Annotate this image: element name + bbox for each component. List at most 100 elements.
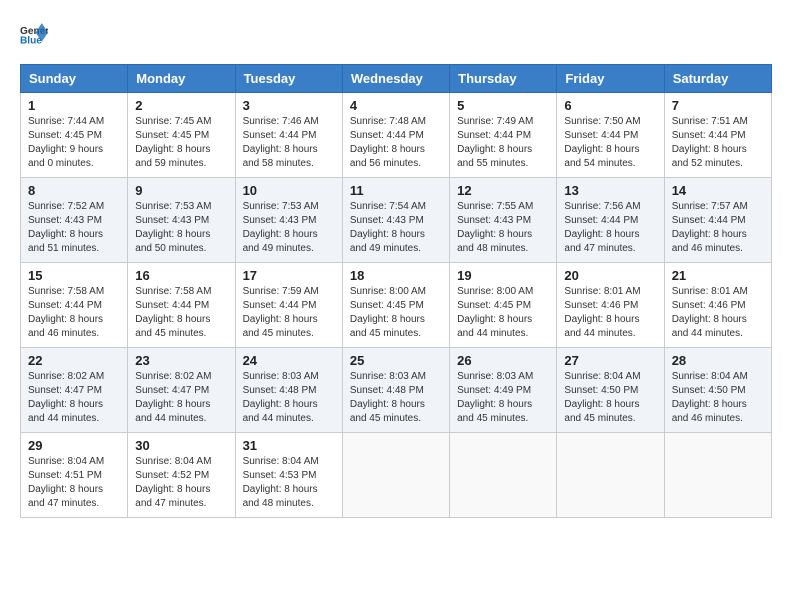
day-number: 18 [350, 268, 442, 283]
day-number: 25 [350, 353, 442, 368]
day-number: 9 [135, 183, 227, 198]
logo-icon: General Blue [20, 20, 48, 48]
day-number: 23 [135, 353, 227, 368]
day-cell: 13 Sunrise: 7:56 AMSunset: 4:44 PMDayligh… [557, 178, 664, 263]
empty-cell [342, 433, 449, 518]
calendar-week-row: 1 Sunrise: 7:44 AMSunset: 4:45 PMDaylight… [21, 93, 772, 178]
day-number: 12 [457, 183, 549, 198]
day-cell: 20 Sunrise: 8:01 AMSunset: 4:46 PMDayligh… [557, 263, 664, 348]
day-info: Sunrise: 7:58 AMSunset: 4:44 PMDaylight:… [135, 285, 227, 341]
header-saturday: Saturday [664, 65, 771, 93]
day-number: 8 [28, 183, 120, 198]
day-number: 15 [28, 268, 120, 283]
day-cell: 17 Sunrise: 7:59 AMSunset: 4:44 PMDayligh… [235, 263, 342, 348]
day-info: Sunrise: 7:55 AMSunset: 4:43 PMDaylight:… [457, 200, 549, 256]
day-number: 14 [672, 183, 764, 198]
day-cell: 14 Sunrise: 7:57 AMSunset: 4:44 PMDayligh… [664, 178, 771, 263]
day-number: 6 [564, 98, 656, 113]
day-cell: 18 Sunrise: 8:00 AMSunset: 4:45 PMDayligh… [342, 263, 449, 348]
calendar-table: Sunday Monday Tuesday Wednesday Thursday… [20, 64, 772, 518]
day-cell: 24 Sunrise: 8:03 AMSunset: 4:48 PMDayligh… [235, 348, 342, 433]
day-info: Sunrise: 7:48 AMSunset: 4:44 PMDaylight:… [350, 115, 442, 171]
day-info: Sunrise: 8:04 AMSunset: 4:52 PMDaylight:… [135, 455, 227, 511]
calendar-week-row: 8Sunrise: 7:52 AMSunset: 4:43 PMDaylight… [21, 178, 772, 263]
day-info: Sunrise: 7:49 AMSunset: 4:44 PMDaylight:… [457, 115, 549, 171]
calendar-week-row: 22 Sunrise: 8:02 AMSunset: 4:47 PMDayligh… [21, 348, 772, 433]
day-cell: 22 Sunrise: 8:02 AMSunset: 4:47 PMDayligh… [21, 348, 128, 433]
day-cell: 30 Sunrise: 8:04 AMSunset: 4:52 PMDayligh… [128, 433, 235, 518]
logo: General Blue [20, 20, 48, 48]
header-monday: Monday [128, 65, 235, 93]
day-cell: 6 Sunrise: 7:50 AMSunset: 4:44 PMDaylight… [557, 93, 664, 178]
day-number: 3 [243, 98, 335, 113]
day-number: 19 [457, 268, 549, 283]
header-wednesday: Wednesday [342, 65, 449, 93]
day-info: Sunrise: 7:50 AMSunset: 4:44 PMDaylight:… [564, 115, 656, 171]
day-number: 1 [28, 98, 120, 113]
day-info: Sunrise: 8:00 AMSunset: 4:45 PMDaylight:… [457, 285, 549, 341]
day-cell: 7 Sunrise: 7:51 AMSunset: 4:44 PMDaylight… [664, 93, 771, 178]
day-info: Sunrise: 7:54 AMSunset: 4:43 PMDaylight:… [350, 200, 442, 256]
header-thursday: Thursday [450, 65, 557, 93]
day-number: 20 [564, 268, 656, 283]
day-cell: 26 Sunrise: 8:03 AMSunset: 4:49 PMDayligh… [450, 348, 557, 433]
day-info: Sunrise: 7:59 AMSunset: 4:44 PMDaylight:… [243, 285, 335, 341]
day-cell: 4Sunrise: 7:48 AMSunset: 4:44 PMDaylight… [342, 93, 449, 178]
day-cell: 21Sunrise: 8:01 AMSunset: 4:46 PMDayligh… [664, 263, 771, 348]
day-info: Sunrise: 8:01 AMSunset: 4:46 PMDaylight:… [564, 285, 656, 341]
day-info: Sunrise: 7:51 AMSunset: 4:44 PMDaylight:… [672, 115, 764, 171]
calendar-week-row: 29 Sunrise: 8:04 AMSunset: 4:51 PMDayligh… [21, 433, 772, 518]
empty-cell [664, 433, 771, 518]
empty-cell [557, 433, 664, 518]
day-info: Sunrise: 7:45 AMSunset: 4:45 PMDaylight:… [135, 115, 227, 171]
day-info: Sunrise: 8:03 AMSunset: 4:48 PMDaylight:… [350, 370, 442, 426]
day-info: Sunrise: 8:03 AMSunset: 4:49 PMDaylight:… [457, 370, 549, 426]
day-cell: 28 Sunrise: 8:04 AMSunset: 4:50 PMDayligh… [664, 348, 771, 433]
day-number: 10 [243, 183, 335, 198]
day-number: 28 [672, 353, 764, 368]
calendar-body: 1 Sunrise: 7:44 AMSunset: 4:45 PMDaylight… [21, 93, 772, 518]
day-number: 7 [672, 98, 764, 113]
day-info: Sunrise: 7:58 AMSunset: 4:44 PMDaylight:… [28, 285, 120, 341]
day-info: Sunrise: 7:53 AMSunset: 4:43 PMDaylight:… [135, 200, 227, 256]
header-tuesday: Tuesday [235, 65, 342, 93]
day-info: Sunrise: 8:04 AMSunset: 4:50 PMDaylight:… [564, 370, 656, 426]
day-info: Sunrise: 7:44 AMSunset: 4:45 PMDaylight:… [28, 115, 120, 171]
day-number: 26 [457, 353, 549, 368]
header-friday: Friday [557, 65, 664, 93]
day-number: 17 [243, 268, 335, 283]
day-cell: 8Sunrise: 7:52 AMSunset: 4:43 PMDaylight… [21, 178, 128, 263]
day-info: Sunrise: 8:04 AMSunset: 4:51 PMDaylight:… [28, 455, 120, 511]
day-number: 24 [243, 353, 335, 368]
day-number: 16 [135, 268, 227, 283]
day-info: Sunrise: 7:56 AMSunset: 4:44 PMDaylight:… [564, 200, 656, 256]
day-cell: 1 Sunrise: 7:44 AMSunset: 4:45 PMDaylight… [21, 93, 128, 178]
day-cell: 2Sunrise: 7:45 AMSunset: 4:45 PMDaylight… [128, 93, 235, 178]
day-info: Sunrise: 8:04 AMSunset: 4:50 PMDaylight:… [672, 370, 764, 426]
empty-cell [450, 433, 557, 518]
day-info: Sunrise: 8:02 AMSunset: 4:47 PMDaylight:… [28, 370, 120, 426]
day-number: 11 [350, 183, 442, 198]
day-number: 5 [457, 98, 549, 113]
day-number: 22 [28, 353, 120, 368]
day-cell: 29 Sunrise: 8:04 AMSunset: 4:51 PMDayligh… [21, 433, 128, 518]
day-number: 27 [564, 353, 656, 368]
day-number: 29 [28, 438, 120, 453]
day-cell: 27 Sunrise: 8:04 AMSunset: 4:50 PMDayligh… [557, 348, 664, 433]
day-cell: 31Sunrise: 8:04 AMSunset: 4:53 PMDayligh… [235, 433, 342, 518]
day-info: Sunrise: 8:03 AMSunset: 4:48 PMDaylight:… [243, 370, 335, 426]
day-info: Sunrise: 8:02 AMSunset: 4:47 PMDaylight:… [135, 370, 227, 426]
day-info: Sunrise: 8:00 AMSunset: 4:45 PMDaylight:… [350, 285, 442, 341]
day-info: Sunrise: 7:57 AMSunset: 4:44 PMDaylight:… [672, 200, 764, 256]
day-number: 13 [564, 183, 656, 198]
day-cell: 3Sunrise: 7:46 AMSunset: 4:44 PMDaylight… [235, 93, 342, 178]
day-cell: 19 Sunrise: 8:00 AMSunset: 4:45 PMDayligh… [450, 263, 557, 348]
day-cell: 16 Sunrise: 7:58 AMSunset: 4:44 PMDayligh… [128, 263, 235, 348]
page-header: General Blue [20, 20, 772, 48]
day-cell: 15 Sunrise: 7:58 AMSunset: 4:44 PMDayligh… [21, 263, 128, 348]
day-number: 30 [135, 438, 227, 453]
header-sunday: Sunday [21, 65, 128, 93]
day-number: 31 [243, 438, 335, 453]
day-cell: 11 Sunrise: 7:54 AMSunset: 4:43 PMDayligh… [342, 178, 449, 263]
day-cell: 12 Sunrise: 7:55 AMSunset: 4:43 PMDayligh… [450, 178, 557, 263]
